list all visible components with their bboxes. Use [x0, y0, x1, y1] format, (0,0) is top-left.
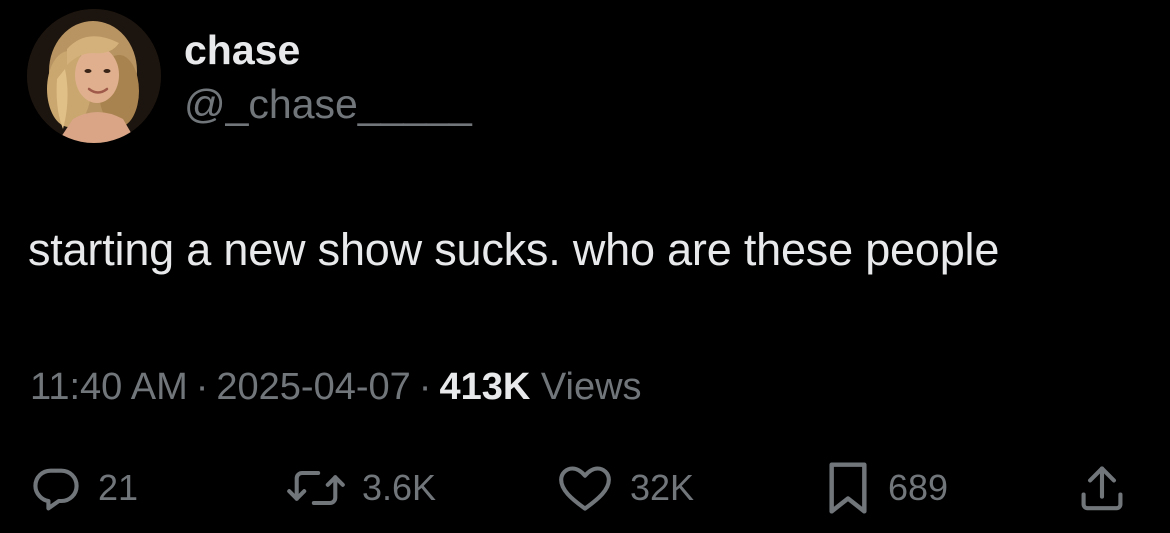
- bookmark-button[interactable]: 689: [824, 458, 948, 518]
- avatar[interactable]: [27, 9, 161, 143]
- reply-count: 21: [98, 467, 139, 508]
- like-button[interactable]: 32K: [556, 458, 694, 518]
- meta-separator: ·: [418, 366, 432, 408]
- tweet-date[interactable]: 2025-04-07: [216, 366, 410, 408]
- reply-icon: [33, 468, 79, 511]
- tweet-time[interactable]: 11:40 AM: [30, 366, 188, 408]
- bookmark-icon: [829, 462, 867, 514]
- share-button[interactable]: [1078, 458, 1126, 518]
- views-count[interactable]: 413K: [439, 366, 530, 408]
- like-count: 32K: [630, 467, 695, 508]
- avatar-image: [27, 9, 161, 143]
- retweet-icon: [287, 470, 345, 506]
- user-handle[interactable]: @_chase_____: [184, 80, 472, 128]
- views-label: Views: [540, 366, 642, 408]
- tweet-card: chase @_chase_____ starting a new show s…: [0, 0, 1170, 533]
- share-icon: [1081, 466, 1123, 511]
- heart-icon: [559, 466, 611, 511]
- bookmark-count: 689: [888, 467, 949, 508]
- reply-button[interactable]: 21: [30, 458, 138, 518]
- retweet-count: 3.6K: [362, 467, 437, 508]
- retweet-button[interactable]: 3.6K: [286, 458, 436, 518]
- meta-separator: ·: [195, 366, 209, 408]
- display-name[interactable]: chase: [184, 26, 300, 74]
- tweet-text: starting a new show sucks. who are these…: [28, 224, 1000, 275]
- tweet-meta: 11:40 AM · 2025-04-07 · 413K Views: [30, 363, 642, 411]
